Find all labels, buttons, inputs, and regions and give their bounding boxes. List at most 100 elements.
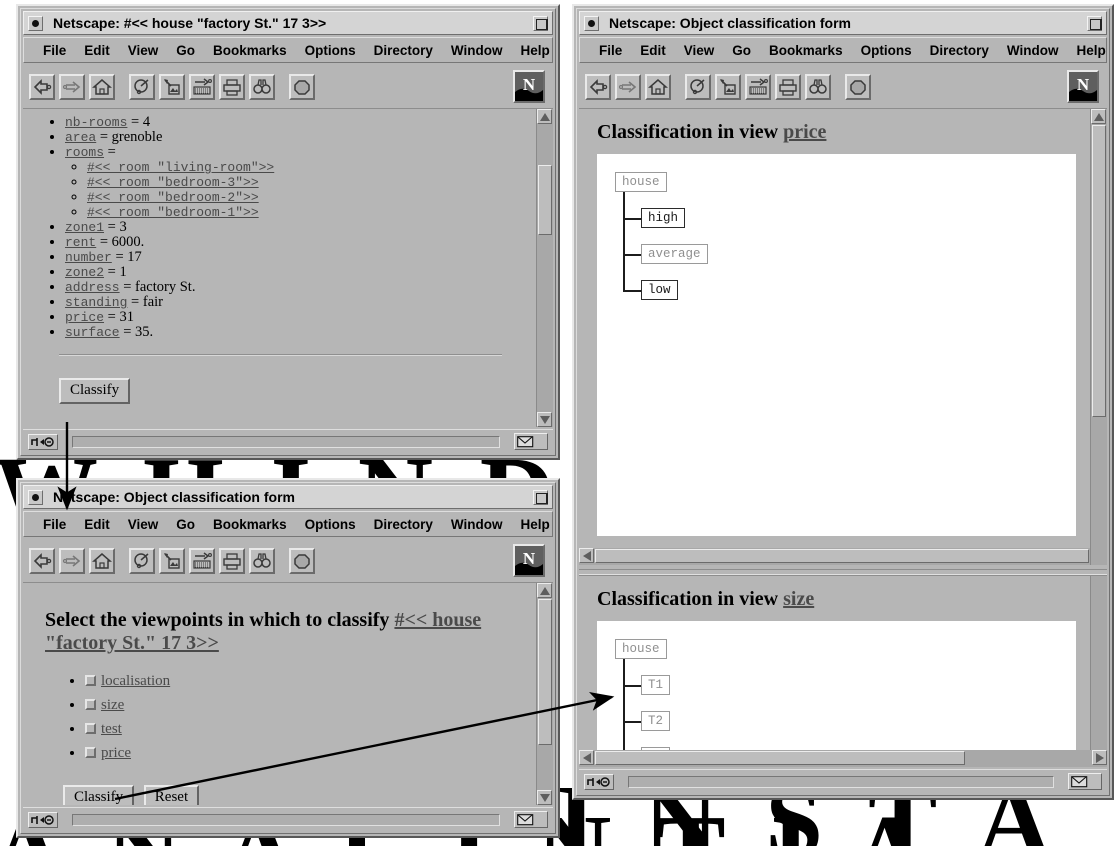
menu-go[interactable]: Go	[167, 517, 204, 532]
prop-link-rooms[interactable]: rooms	[65, 145, 104, 160]
prop-link-number[interactable]: number	[65, 250, 112, 265]
room-link-bedroom-2[interactable]: #<< room "bedroom-2">>	[87, 190, 259, 205]
scroll-thumb[interactable]	[1092, 125, 1106, 417]
menu-options[interactable]: Options	[852, 43, 921, 58]
menu-window[interactable]: Window	[998, 43, 1068, 58]
mail-icon[interactable]	[1068, 773, 1102, 790]
scroll-left-arrow-icon[interactable]	[579, 548, 594, 563]
stop-button[interactable]	[289, 73, 315, 100]
home-button[interactable]	[89, 547, 115, 574]
vertical-scrollbar-form[interactable]	[536, 583, 553, 805]
home-button[interactable]	[89, 73, 115, 100]
menu-directory[interactable]: Directory	[365, 43, 442, 58]
prop-link-address[interactable]: address	[65, 280, 120, 295]
toolbar-form-window[interactable]: N	[23, 539, 553, 583]
menu-bookmarks[interactable]: Bookmarks	[204, 43, 296, 58]
viewpoint-label-test[interactable]: test	[101, 721, 122, 737]
horizontal-scrollbar-price-frame[interactable]	[579, 548, 1090, 565]
viewpoint-label-price[interactable]: price	[101, 745, 131, 761]
tree-node-house[interactable]: house	[615, 172, 667, 192]
print-button[interactable]	[775, 73, 801, 100]
prop-link-area[interactable]: area	[65, 130, 96, 145]
back-button[interactable]	[29, 547, 55, 574]
menu-edit[interactable]: Edit	[631, 43, 675, 58]
mail-icon[interactable]	[514, 433, 548, 450]
scroll-up-arrow-icon[interactable]	[537, 583, 552, 598]
checkbox-price[interactable]	[85, 747, 96, 758]
room-link-bedroom-3[interactable]: #<< room "bedroom-3">>	[87, 175, 259, 190]
viewpoint-label-size[interactable]: size	[101, 697, 124, 713]
prop-link-zone1[interactable]: zone1	[65, 220, 104, 235]
window-menu-icon[interactable]	[28, 489, 43, 505]
menu-go[interactable]: Go	[167, 43, 204, 58]
prop-link-rent[interactable]: rent	[65, 235, 96, 250]
window-classification-form[interactable]: Netscape: Object classification form Fil…	[16, 478, 560, 838]
maximize-icon[interactable]	[1087, 15, 1102, 31]
checkbox-size[interactable]	[85, 699, 96, 710]
back-button[interactable]	[29, 73, 55, 100]
window-menu-icon[interactable]	[28, 15, 43, 31]
prop-link-nb-rooms[interactable]: nb-rooms	[65, 115, 127, 130]
maximize-icon[interactable]	[533, 15, 548, 31]
menu-directory[interactable]: Directory	[921, 43, 998, 58]
open-button[interactable]	[189, 547, 215, 574]
netscape-logo-icon[interactable]: N	[513, 70, 545, 103]
reset-button[interactable]: Reset	[143, 785, 200, 805]
menu-edit[interactable]: Edit	[75, 517, 119, 532]
vertical-scrollbar-size-frame[interactable]	[1090, 576, 1107, 767]
room-link-living-room[interactable]: #<< room "living-room">>	[87, 160, 274, 175]
menubar-result-window[interactable]: File Edit View Go Bookmarks Options Dire…	[579, 37, 1107, 63]
menu-bookmarks[interactable]: Bookmarks	[204, 517, 296, 532]
menu-help[interactable]: Help	[512, 517, 559, 532]
heading-size-link[interactable]: size	[783, 588, 814, 610]
tree-node-average[interactable]: average	[641, 244, 708, 264]
scroll-right-arrow-icon[interactable]	[1092, 750, 1107, 765]
scroll-down-arrow-icon[interactable]	[537, 412, 552, 427]
menu-file[interactable]: File	[34, 43, 75, 58]
menubar-object-window[interactable]: File Edit View Go Bookmarks Options Dire…	[23, 37, 553, 63]
viewpoint-label-localisation[interactable]: localisation	[101, 673, 170, 689]
titlebar-object-window[interactable]: Netscape: #<< house "factory St." 17 3>>	[23, 11, 553, 35]
tree-node-t1[interactable]: T1	[641, 675, 671, 695]
scroll-thumb[interactable]	[595, 549, 1089, 563]
reload-button[interactable]	[129, 73, 155, 100]
images-button[interactable]	[159, 73, 185, 100]
tree-node-high[interactable]: high	[641, 208, 686, 228]
menu-help[interactable]: Help	[512, 43, 559, 58]
menu-file[interactable]: File	[34, 517, 75, 532]
menu-view[interactable]: View	[119, 517, 168, 532]
menu-window[interactable]: Window	[442, 43, 512, 58]
stop-button[interactable]	[289, 547, 315, 574]
find-button[interactable]	[249, 547, 275, 574]
menu-window[interactable]: Window	[442, 517, 512, 532]
tree-node-house[interactable]: house	[615, 639, 667, 659]
classify-button[interactable]: Classify	[63, 785, 135, 805]
window-classification-results[interactable]: Netscape: Object classification form Fil…	[572, 4, 1114, 800]
window-menu-icon[interactable]	[584, 15, 599, 31]
stop-button[interactable]	[845, 73, 871, 100]
menu-file[interactable]: File	[590, 43, 631, 58]
menu-options[interactable]: Options	[296, 517, 365, 532]
scroll-up-arrow-icon[interactable]	[1091, 109, 1106, 124]
checkbox-test[interactable]	[85, 723, 96, 734]
open-button[interactable]	[189, 73, 215, 100]
forward-button[interactable]	[59, 73, 85, 100]
security-lock-icon[interactable]	[584, 773, 614, 790]
vertical-scrollbar-price-frame[interactable]	[1090, 109, 1107, 565]
print-button[interactable]	[219, 73, 245, 100]
menu-go[interactable]: Go	[723, 43, 760, 58]
home-button[interactable]	[645, 73, 671, 100]
menu-edit[interactable]: Edit	[75, 43, 119, 58]
menubar-form-window[interactable]: File Edit View Go Bookmarks Options Dire…	[23, 511, 553, 537]
images-button[interactable]	[715, 73, 741, 100]
forward-button[interactable]	[59, 547, 85, 574]
checkbox-localisation[interactable]	[85, 675, 96, 686]
menu-options[interactable]: Options	[296, 43, 365, 58]
prop-link-zone2[interactable]: zone2	[65, 265, 104, 280]
scroll-thumb[interactable]	[595, 751, 965, 765]
classify-button[interactable]: Classify	[59, 378, 131, 404]
toolbar-object-window[interactable]: N	[23, 65, 553, 109]
mail-icon[interactable]	[514, 811, 548, 828]
titlebar-form-window[interactable]: Netscape: Object classification form	[23, 485, 553, 509]
images-button[interactable]	[159, 547, 185, 574]
